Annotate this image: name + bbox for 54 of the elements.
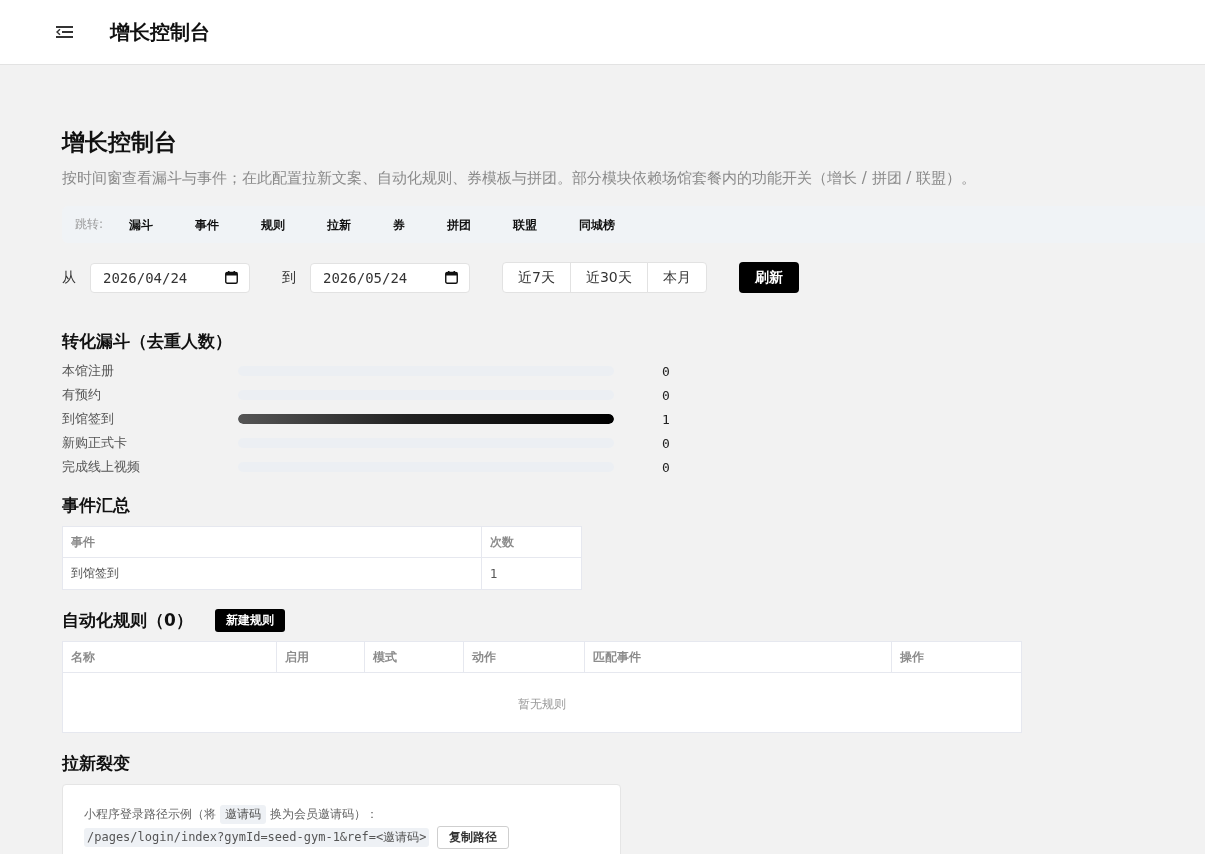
section-title: 事件汇总 xyxy=(62,494,131,517)
funnel-step-label: 新购正式卡 xyxy=(62,434,127,452)
range-preset-button[interactable]: 近30天 xyxy=(569,262,648,293)
column-header: 操作 xyxy=(891,641,1022,673)
section-title: 拉新裂变 xyxy=(62,752,131,775)
jump-link[interactable]: 漏斗 xyxy=(129,215,154,234)
jump-link[interactable]: 拼团 xyxy=(447,215,472,234)
column-header: 匹配事件 xyxy=(584,641,892,673)
from-label: 从 xyxy=(62,268,76,287)
jump-link[interactable]: 联盟 xyxy=(513,215,538,234)
new-rule-button[interactable]: 新建规则 xyxy=(214,608,285,632)
calendar-icon[interactable] xyxy=(445,271,458,284)
funnel-step-count: 0 xyxy=(662,387,670,403)
page-description: 按时间窗查看漏斗与事件；在此配置拉新文案、自动化规则、券模板与拼团。部分模块依赖场馆套餐内的功能开关（增长 / 拼团 / 联盟）。 xyxy=(62,168,978,189)
section-title: 转化漏斗（去重人数） xyxy=(62,330,233,353)
column-header: 模式 xyxy=(364,641,464,673)
jump-label: 跳转: xyxy=(75,216,104,233)
copy-path-button[interactable]: 复制路径 xyxy=(437,826,510,849)
jump-link[interactable]: 事件 xyxy=(195,215,220,234)
end-date-field[interactable]: 2026/05/24 xyxy=(310,262,470,293)
funnel-step-label: 本馆注册 xyxy=(62,362,114,380)
page-title: 增长控制台 xyxy=(62,128,178,157)
jump-link[interactable]: 同城榜 xyxy=(579,215,616,234)
menu-icon[interactable] xyxy=(56,26,73,38)
table-cell: 1 xyxy=(481,557,582,590)
funnel-step-count: 1 xyxy=(662,411,670,427)
funnel-step-count: 0 xyxy=(662,363,670,379)
invite-code-token: 邀请码 xyxy=(220,804,266,824)
funnel-step-label: 完成线上视频 xyxy=(62,458,140,476)
column-header: 启用 xyxy=(276,641,365,673)
funnel-step-count: 0 xyxy=(662,459,670,475)
empty-state-text: 暂无规则 xyxy=(518,696,566,711)
funnel-step-label: 有预约 xyxy=(62,386,101,404)
app-title: 增长控制台 xyxy=(110,18,210,46)
to-label: 到 xyxy=(282,268,296,287)
refresh-button[interactable]: 刷新 xyxy=(738,262,799,293)
column-header: 次数 xyxy=(481,526,582,558)
section-title: 自动化规则（0） xyxy=(62,609,193,632)
column-header: 名称 xyxy=(62,641,277,673)
jump-link[interactable]: 券 xyxy=(393,215,406,234)
login-path-code: /pages/login/index?gymId=seed-gym-1&ref=<邀请码> xyxy=(84,828,430,847)
hint-text: 换为会员邀请码）： xyxy=(270,806,378,823)
hint-text: 小程序登录路径示例（将 xyxy=(84,806,216,823)
table-cell: 到馆签到 xyxy=(62,557,482,590)
jump-link[interactable]: 规则 xyxy=(261,215,286,234)
column-header: 事件 xyxy=(62,526,482,558)
calendar-icon[interactable] xyxy=(225,271,238,284)
funnel-step-count: 0 xyxy=(662,435,670,451)
start-date-field[interactable]: 2026/04/24 xyxy=(90,262,250,293)
jump-link[interactable]: 拉新 xyxy=(327,215,352,234)
column-header: 动作 xyxy=(463,641,585,673)
range-preset-button[interactable]: 近7天 xyxy=(502,262,571,293)
funnel-step-label: 到馆签到 xyxy=(62,410,114,428)
range-preset-button[interactable]: 本月 xyxy=(646,262,707,293)
